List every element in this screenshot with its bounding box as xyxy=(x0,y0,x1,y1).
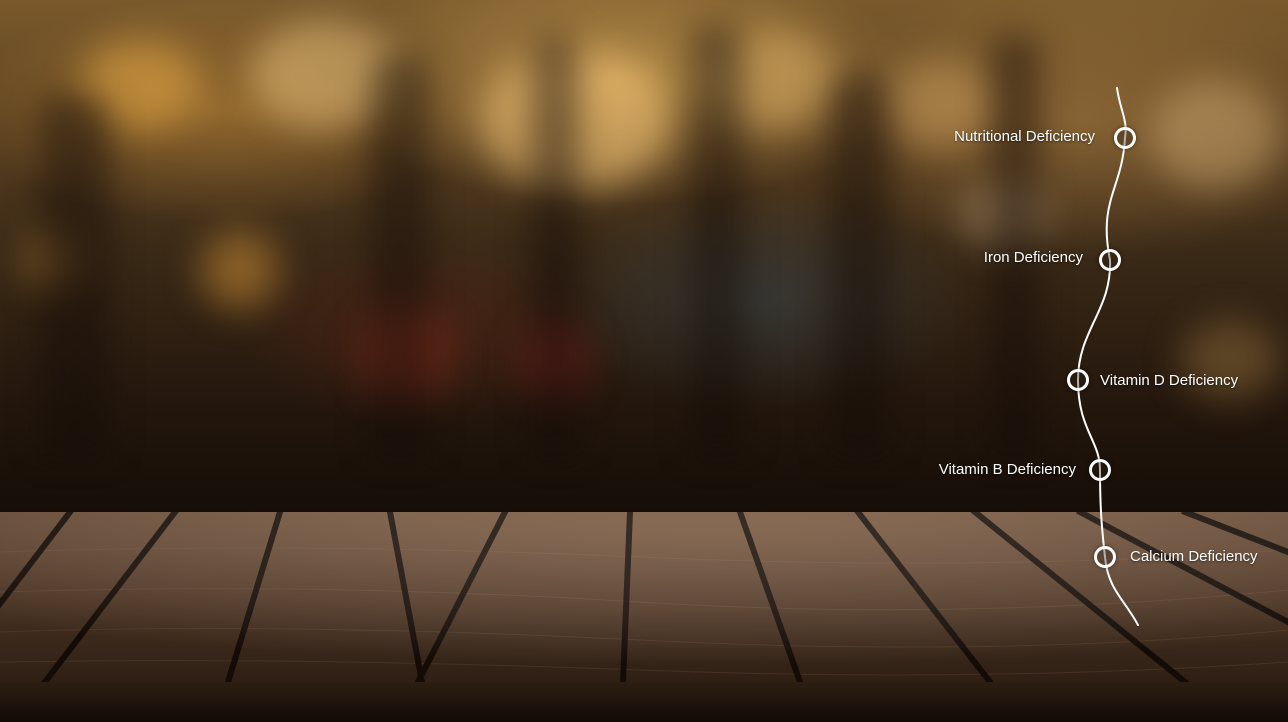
calcium-deficiency-label: Calcium Deficiency xyxy=(1130,548,1258,565)
vitamin-d-deficiency-node xyxy=(1067,369,1089,391)
calcium-deficiency-node xyxy=(1094,546,1116,568)
vitamin-b-deficiency-label: Vitamin B Deficiency xyxy=(938,461,1076,478)
nutritional-deficiency-label: Nutritional Deficiency xyxy=(954,128,1095,145)
iron-deficiency-label: Iron Deficiency xyxy=(983,249,1083,266)
deficiency-timeline: Nutritional Deficiency Iron Deficiency V… xyxy=(0,0,1288,722)
nutritional-deficiency-node xyxy=(1114,127,1136,149)
iron-deficiency-node xyxy=(1099,249,1121,271)
timeline-curve xyxy=(1076,87,1139,626)
vitamin-d-deficiency-label: Vitamin D Deficiency xyxy=(1100,372,1239,389)
vitamin-b-deficiency-node xyxy=(1089,459,1111,481)
